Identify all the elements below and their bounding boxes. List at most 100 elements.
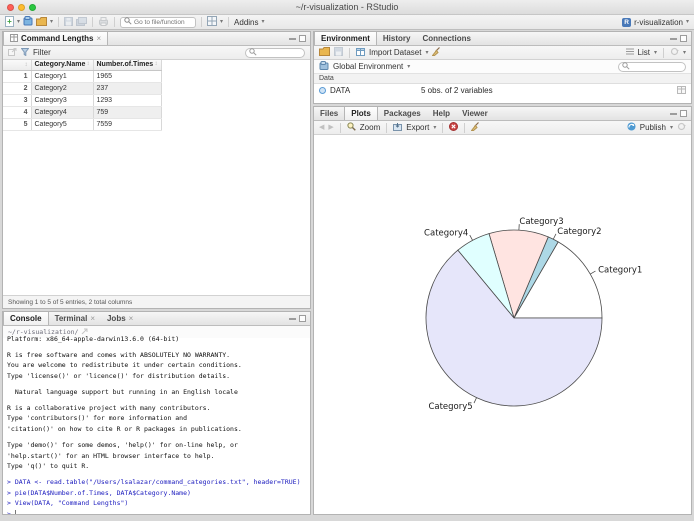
maximize-pane-icon[interactable]	[299, 35, 306, 42]
clear-plots-broom-icon[interactable]	[471, 122, 480, 133]
environment-section-header: Data	[314, 74, 691, 84]
close-terminal-icon[interactable]: ×	[90, 314, 95, 323]
tab-viewer[interactable]: Viewer	[456, 107, 494, 120]
load-workspace-icon[interactable]	[319, 47, 330, 58]
pie-label-tick	[474, 398, 477, 403]
clear-objects-broom-icon[interactable]	[432, 47, 441, 58]
maximize-pane-icon[interactable]	[680, 35, 687, 42]
data-viewer-search-input[interactable]	[259, 49, 301, 56]
environment-search-input[interactable]	[632, 63, 682, 70]
project-icon: R	[622, 18, 631, 27]
plot-area: Category1Category2Category3Category4Cate…	[314, 135, 691, 514]
search-icon	[622, 62, 630, 72]
tab-packages[interactable]: Packages	[378, 107, 427, 120]
tab-jobs[interactable]: Jobs×	[101, 312, 139, 325]
environment-search[interactable]	[618, 62, 686, 72]
publish-button[interactable]: Publish	[640, 123, 666, 132]
filter-funnel-icon	[21, 48, 29, 58]
close-jobs-icon[interactable]: ×	[129, 314, 134, 323]
console-output-line: Type 'q()' to quit R.	[7, 461, 310, 472]
tab-history[interactable]: History	[377, 32, 417, 45]
table-row: 5Category57559	[3, 118, 161, 130]
table-cell: 237	[93, 82, 161, 94]
row-number: 4	[3, 106, 31, 118]
data-viewer-search[interactable]	[245, 48, 305, 58]
remove-plot-icon[interactable]	[449, 122, 458, 133]
console-command-line: > View(DATA, "Command Lengths")	[7, 498, 310, 509]
close-window-button[interactable]	[7, 4, 14, 11]
list-view-caret-icon[interactable]: ▾	[654, 50, 657, 56]
console-command-line: > pie(DATA$Number.of.Times, DATA$Categor…	[7, 488, 310, 499]
minimize-pane-icon[interactable]	[670, 113, 677, 115]
publish-caret-icon[interactable]: ▾	[670, 125, 673, 131]
import-dataset-button[interactable]: Import Dataset	[369, 48, 421, 57]
new-project-icon[interactable]	[23, 16, 33, 28]
open-file-icon[interactable]	[36, 17, 47, 28]
export-caret-icon[interactable]: ▾	[433, 125, 436, 131]
new-file-icon[interactable]: +	[5, 16, 14, 29]
tab-terminal[interactable]: Terminal×	[49, 312, 101, 325]
console-prompt[interactable]: >	[7, 509, 310, 514]
goto-file-input[interactable]	[134, 19, 192, 26]
refresh-caret-icon[interactable]: ▾	[683, 50, 686, 56]
open-file-caret-icon[interactable]: ▾	[50, 19, 53, 25]
project-selector[interactable]: R r-visualization ▾	[622, 18, 689, 27]
save-workspace-icon[interactable]	[334, 47, 343, 58]
open-in-new-window-icon[interactable]	[8, 48, 17, 58]
global-environment-dropdown[interactable]: Global Environment	[333, 62, 403, 71]
table-cell: 1293	[93, 94, 161, 106]
view-table-icon[interactable]	[677, 86, 686, 96]
previous-plot-icon[interactable]: ◀	[319, 124, 324, 131]
import-dataset-caret-icon[interactable]: ▾	[425, 50, 428, 56]
maximize-pane-icon[interactable]	[680, 110, 687, 117]
maximize-pane-icon[interactable]	[299, 315, 306, 322]
refresh-icon[interactable]	[670, 47, 679, 58]
tab-command-lengths[interactable]: Command Lengths ×	[3, 32, 108, 45]
tab-console[interactable]: Console	[3, 312, 49, 325]
tab-help[interactable]: Help	[427, 107, 456, 120]
data-viewer-tabbar: Command Lengths ×	[3, 32, 310, 46]
environment-object-row[interactable]: DATA 5 obs. of 2 variables	[314, 84, 691, 97]
console-output[interactable]: Platform: x86_64-apple-darwin13.6.0 (64-…	[3, 334, 310, 514]
minimize-pane-icon[interactable]	[289, 38, 296, 40]
table-row: 3Category31293	[3, 94, 161, 106]
export-plot-icon	[393, 123, 402, 133]
goto-file-search[interactable]	[120, 17, 196, 28]
list-view-button[interactable]: List	[638, 48, 650, 57]
addins-menu[interactable]: Addins	[234, 18, 258, 27]
console-output-line: 'help.start()' for an HTML browser inter…	[7, 451, 310, 462]
tab-files[interactable]: Files	[314, 107, 344, 120]
minimize-pane-icon[interactable]	[289, 318, 296, 320]
save-all-icon[interactable]	[76, 17, 87, 28]
filter-button[interactable]: Filter	[33, 48, 51, 57]
close-tab-icon[interactable]: ×	[96, 34, 101, 43]
plots-panel: Files Plots Packages Help Viewer ◀ ▶ Zoo…	[313, 106, 692, 515]
table-row: 1Category11965	[3, 70, 161, 82]
table-cell: Category1	[31, 70, 93, 82]
minimize-pane-icon[interactable]	[670, 38, 677, 40]
pane-layout-icon[interactable]	[207, 16, 217, 28]
tab-connections[interactable]: Connections	[416, 32, 476, 45]
next-plot-icon[interactable]: ▶	[328, 124, 333, 131]
global-environment-caret-icon[interactable]: ▾	[407, 64, 410, 70]
save-icon[interactable]	[64, 17, 73, 28]
console-output-line: Type 'demo()' for some demos, 'help()' f…	[7, 440, 310, 451]
zoom-plot-button[interactable]: Zoom	[360, 123, 380, 132]
minimize-window-button[interactable]	[18, 4, 25, 11]
new-file-caret-icon[interactable]: ▾	[17, 19, 20, 25]
table-cell: 1965	[93, 70, 161, 82]
export-plot-button[interactable]: Export	[406, 123, 429, 132]
tab-environment[interactable]: Environment	[314, 32, 377, 45]
column-header-number-of-times[interactable]: Number.of.Times↕	[93, 60, 161, 70]
addins-caret-icon[interactable]: ▾	[262, 19, 265, 25]
console-tabbar: Console Terminal× Jobs×	[3, 312, 310, 326]
environment-tabbar: Environment History Connections	[314, 32, 691, 46]
zoom-window-button[interactable]	[29, 4, 36, 11]
console-output-line: 'citation()' on how to cite R or R packa…	[7, 424, 310, 435]
svg-text:+: +	[7, 17, 12, 26]
print-icon[interactable]	[98, 17, 109, 28]
column-header-category-name[interactable]: Category.Name↕	[31, 60, 93, 70]
refresh-plots-icon[interactable]	[677, 122, 686, 133]
pane-layout-caret-icon[interactable]: ▾	[220, 19, 223, 25]
tab-plots[interactable]: Plots	[344, 107, 378, 120]
